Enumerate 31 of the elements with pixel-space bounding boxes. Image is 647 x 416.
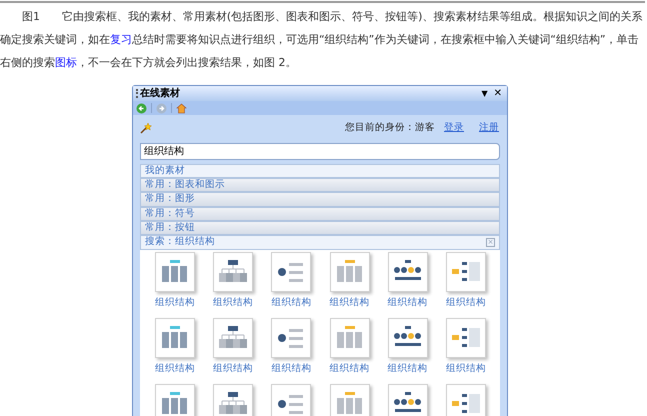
category-header[interactable]: 常用：图形 (140, 192, 500, 207)
category-header[interactable]: 常用：符号 (140, 206, 500, 221)
result-item[interactable]: 组织结构 (326, 252, 374, 310)
identity-text: 您目前的身份：游客 (345, 121, 435, 136)
result-item[interactable]: 组织结构 (442, 318, 490, 376)
result-item[interactable]: 组织结构 (384, 318, 432, 376)
category-header[interactable]: 常用：图表和图示 (140, 178, 500, 192)
result-item[interactable]: 组织结构 (384, 252, 432, 310)
home-icon[interactable] (176, 102, 187, 114)
result-item[interactable]: 组织结构 (326, 318, 374, 376)
back-arrow-icon[interactable] (136, 102, 147, 114)
category-header[interactable]: 常用：按钮 (140, 220, 500, 236)
result-item[interactable]: 组织结构 (209, 318, 258, 376)
result-item[interactable]: 组织结构 (151, 318, 199, 376)
article-link[interactable]: 复习 (110, 33, 132, 46)
close-button[interactable]: ✕ (492, 86, 504, 101)
search-field[interactable]: 组织结构 (140, 142, 500, 160)
panel-title: 在线素材 (140, 86, 181, 101)
category-header[interactable]: 我的素材 (140, 164, 500, 178)
menu-dropdown-button[interactable]: ▼ (479, 88, 490, 100)
article-paragraph: 图1 它由搜索框、我的素材、常用素材(包括图形、图表和图示、符号、按钮等)、搜索素材结果等组成。根据知识之间的关系确定搜索关键词，如在复习总结时需要将知识点进行组织，可选用“组织结构”作为关键词，在搜索框中输入关键词“组织结构”，单击右侧的搜索图标，不一会在下方就会列出搜索结果，如图 2。 (0, 9, 644, 71)
register-link[interactable]: 注册 (479, 121, 499, 136)
diagram-thumbnail-icon (217, 390, 250, 416)
result-item[interactable]: 组织结构 (442, 252, 490, 310)
article-link[interactable]: 图标 (55, 56, 77, 69)
result-item[interactable]: 组织结构 (267, 252, 316, 310)
result-item[interactable]: 组织结构 (151, 252, 199, 310)
magic-wand-icon[interactable] (140, 122, 152, 134)
result-item[interactable]: 组织结构 (267, 318, 316, 376)
login-link[interactable]: 登录 (444, 121, 464, 136)
result-item[interactable]: 组织结构 (209, 252, 258, 310)
